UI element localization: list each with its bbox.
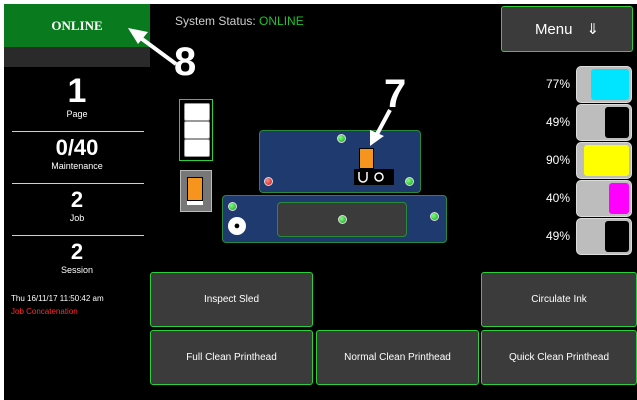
printer-screen: ONLINE 1 Page 0/40 Maintenance 2 Job 2 S…	[4, 4, 637, 400]
quick-clean-printhead-button[interactable]: Quick Clean Printhead	[481, 330, 637, 385]
cartridge-icon[interactable]	[180, 170, 212, 212]
error-led-icon	[264, 177, 273, 186]
status-led-icon	[337, 134, 346, 143]
cartridge-slot	[184, 103, 210, 121]
ink-percent: 77%	[545, 77, 570, 91]
cartridge-slot	[184, 139, 210, 157]
counters-panel: 1 Page 0/40 Maintenance 2 Job 2 Session	[4, 67, 150, 400]
maintenance-tray[interactable]: ●	[222, 195, 447, 243]
status-led-icon	[228, 202, 237, 211]
ink-percent: 40%	[545, 191, 570, 205]
tray-area	[277, 202, 407, 237]
normal-clean-printhead-button[interactable]: Normal Clean Printhead	[316, 330, 479, 385]
system-status: System Status: ONLINE	[175, 14, 304, 28]
printhead-sled[interactable]	[259, 130, 421, 193]
ink-fill	[604, 221, 629, 252]
ink-bar	[576, 180, 632, 217]
ink-percent: 90%	[545, 153, 570, 167]
full-clean-printhead-button[interactable]: Full Clean Printhead	[150, 330, 313, 385]
maintenance-counter: 0/40 Maintenance	[4, 135, 150, 171]
ink-fill	[590, 69, 629, 100]
menu-button[interactable]: Menu ⇓	[501, 6, 633, 52]
status-led-icon	[430, 212, 439, 221]
ink-level-black-2[interactable]: 49%	[524, 218, 634, 256]
ink-bar	[576, 104, 632, 141]
ink-bar	[576, 218, 632, 255]
page-count: 1	[67, 72, 87, 110]
divider	[12, 235, 144, 236]
datetime-text: Thu 16/11/17 11:50:42 am	[11, 294, 104, 303]
ink-percent: 49%	[545, 229, 570, 243]
annotation-label-8: 8	[174, 40, 197, 84]
ink-level-cyan[interactable]: 77%	[524, 66, 634, 104]
session-count: 2	[70, 239, 84, 264]
job-mode-text: Job Concatenation	[11, 307, 78, 316]
job-count: 2	[70, 187, 84, 212]
page-label: Page	[66, 109, 88, 119]
ink-fill	[609, 183, 629, 214]
ink-level-magenta[interactable]: 40%	[524, 180, 634, 218]
system-status-label: System Status:	[175, 14, 256, 28]
page-counter: 1 Page	[4, 73, 150, 119]
session-label: Session	[60, 265, 94, 275]
system-status-value: ONLINE	[259, 14, 304, 28]
ink-drop-icon: ●	[228, 217, 246, 235]
ink-level-yellow[interactable]: 90%	[524, 142, 634, 180]
menu-label: Menu	[534, 20, 573, 38]
ink-fill	[604, 107, 629, 138]
inspect-sled-button[interactable]: Inspect Sled	[150, 272, 313, 327]
maintenance-count: 0/40	[55, 135, 99, 160]
divider	[12, 183, 144, 184]
arrow-down-icon: ⇓	[586, 21, 600, 38]
job-label: Job	[69, 213, 85, 223]
divider	[12, 131, 144, 132]
maintenance-label: Maintenance	[51, 161, 103, 171]
status-led-icon	[405, 177, 414, 186]
ink-bar	[576, 142, 632, 179]
circulate-ink-button[interactable]: Circulate Ink	[481, 272, 637, 327]
status-led-icon	[338, 215, 347, 224]
annotation-arrow-icon	[370, 109, 392, 146]
cartridge-slot	[184, 121, 210, 139]
ink-percent: 49%	[545, 115, 570, 129]
job-counter: 2 Job	[4, 187, 150, 223]
session-counter: 2 Session	[4, 239, 150, 275]
cartridge-stack[interactable]	[179, 99, 213, 161]
ink-fill	[584, 145, 629, 176]
cap-station	[354, 169, 394, 185]
ink-bar	[576, 66, 632, 103]
printhead-cartridge-icon[interactable]	[359, 148, 374, 169]
ink-level-black[interactable]: 49%	[524, 104, 634, 142]
